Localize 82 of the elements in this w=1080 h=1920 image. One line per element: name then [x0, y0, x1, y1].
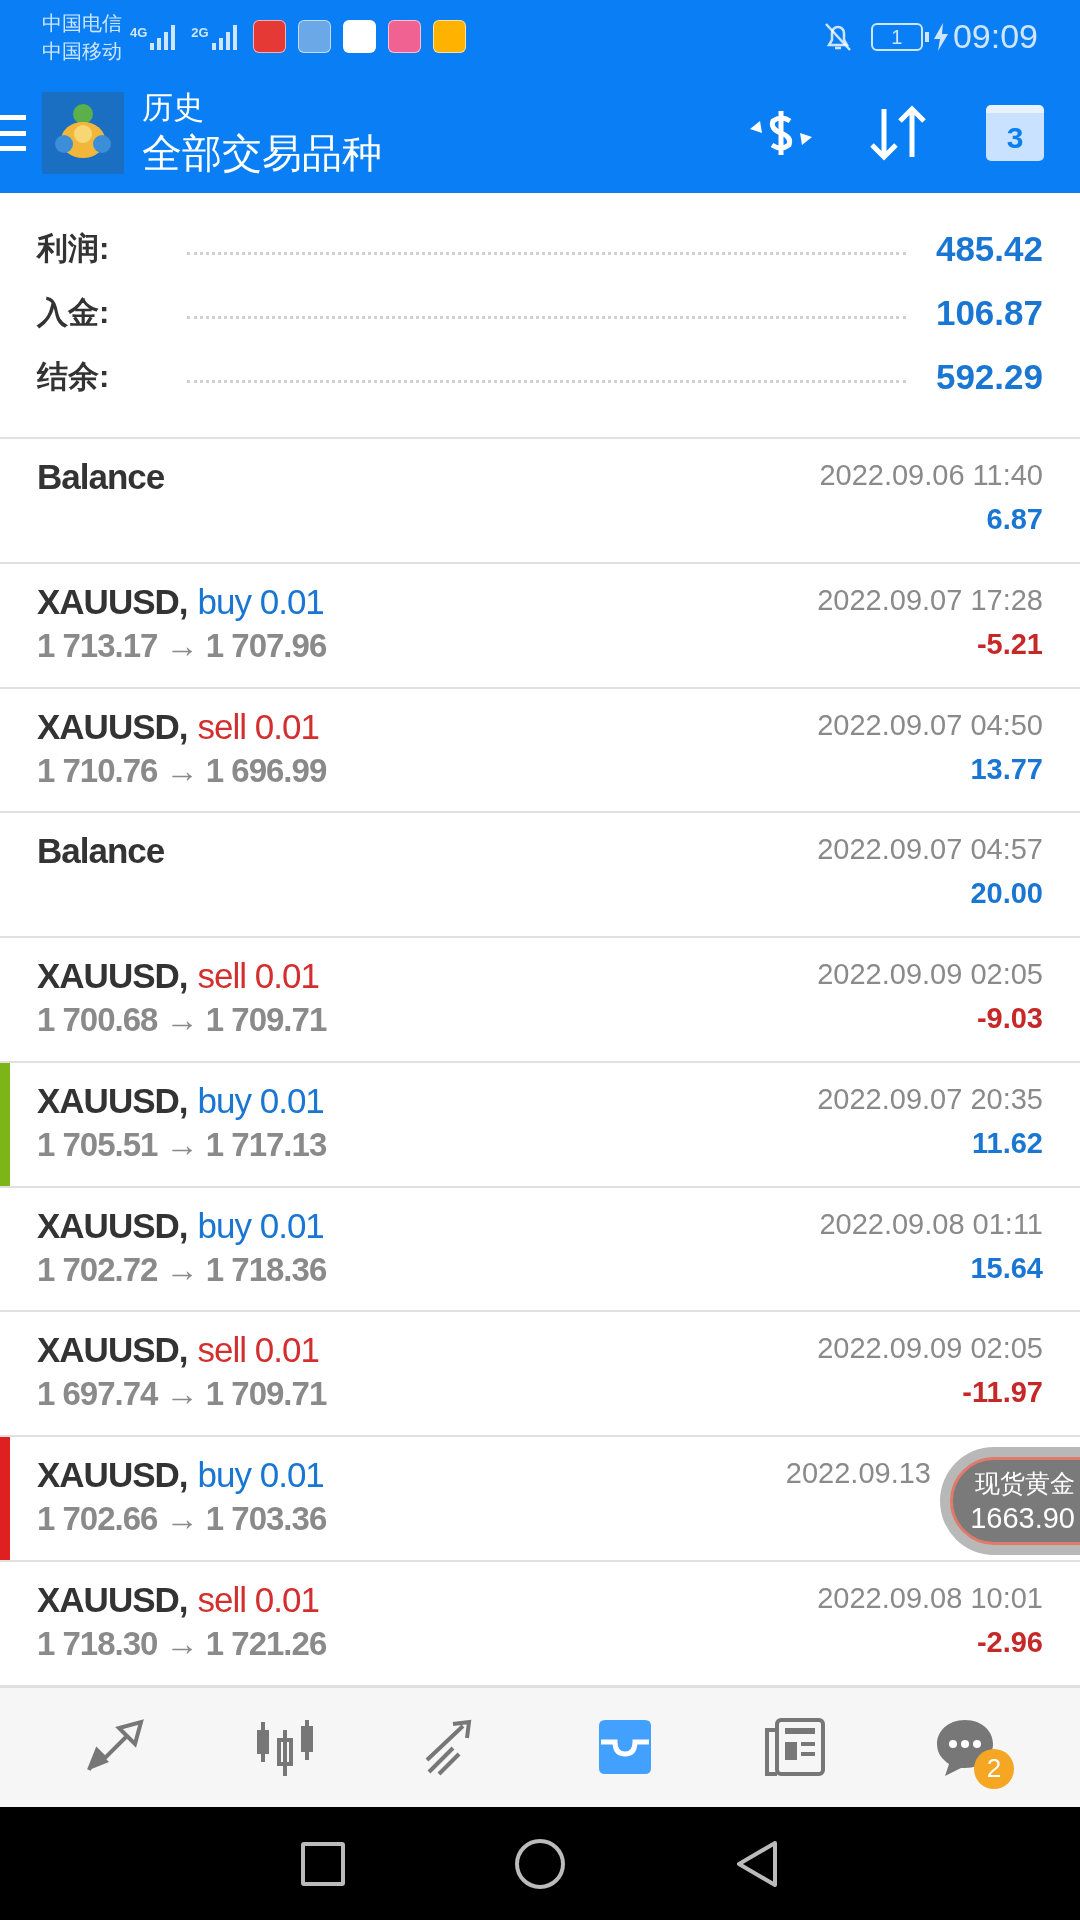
profit-value: 15.64 — [970, 1250, 1043, 1286]
symbol-name: Balance — [37, 456, 165, 498]
history-row[interactable]: XAUUSD, buy 0.01 1 702.66 → 1 703.36 2022.09.13 现货黄金 1663.90 — [0, 1437, 1080, 1562]
summary-value: 485.42 — [935, 227, 1043, 270]
profit-value: -9.03 — [976, 1001, 1043, 1036]
history-row[interactable]: XAUUSD, sell 0.01 1 710.76 → 1 696.99 2022.09.07 04:50 13.77 — [0, 688, 1080, 814]
trade-time: 2022.09.08 01:11 — [819, 1206, 1043, 1242]
symbol-name: XAUUSD, — [37, 1329, 188, 1372]
clock-time: 09:09 — [952, 16, 1038, 57]
screen-subtitle: 全部交易品种 — [142, 130, 382, 177]
symbol-name: XAUUSD, — [37, 705, 188, 748]
summary-value: 592.29 — [935, 355, 1043, 398]
battery-icon: 1 — [870, 22, 923, 51]
history-row[interactable]: XAUUSD, buy 0.01 1 702.72 → 1 718.36 2022.09.08 01:11 15.64 — [0, 1187, 1080, 1313]
history-row[interactable]: XAUUSD, buy 0.01 1 713.17 → 1 707.96 2022.09.07 17:28 -5.21 — [0, 563, 1080, 689]
symbol-name: XAUUSD, — [37, 1204, 188, 1247]
menu-icon[interactable] — [0, 115, 26, 151]
profit-value: -11.97 — [962, 1375, 1043, 1411]
trade-time: 2022.09.09 02:05 — [817, 1331, 1043, 1367]
order-type: sell 0.01 — [197, 1329, 319, 1372]
symbol-name: XAUUSD, — [37, 1079, 188, 1122]
order-type: sell 0.01 — [197, 1578, 319, 1621]
app-icon — [342, 20, 376, 53]
price-range: 1 718.30 → 1 721.26 — [37, 1623, 327, 1664]
summary-label: 入金: — [37, 293, 111, 332]
price-range: 1 700.68 → 1 709.71 — [37, 1000, 327, 1040]
order-type: buy 0.01 — [197, 1079, 324, 1122]
price-range: 1 705.51 → 1 717.13 — [37, 1124, 327, 1165]
profit-value: 6.87 — [986, 502, 1043, 537]
profit-value: 11.62 — [972, 1125, 1043, 1161]
order-type: sell 0.01 — [197, 955, 319, 997]
history-row[interactable]: Balance 2022.09.07 04:57 20.00 — [0, 813, 1080, 938]
widget-name: 现货黄金 — [975, 1468, 1075, 1499]
profit-value: -2.96 — [976, 1624, 1043, 1660]
back-button[interactable] — [735, 1838, 779, 1889]
trade-time: 2022.09.06 11:40 — [819, 458, 1043, 493]
history-row[interactable]: Balance 2022.09.06 11:40 6.87 — [0, 439, 1080, 564]
price-range: 1 702.66 → 1 703.36 — [37, 1499, 327, 1539]
trade-time: 2022.09.07 17:28 — [817, 582, 1043, 618]
network-type: 4G — [130, 23, 148, 42]
carrier-name: 中国移动 — [42, 38, 122, 64]
price-range: 1 702.72 → 1 718.36 — [37, 1249, 327, 1290]
history-row[interactable]: XAUUSD, sell 0.01 1 700.68 → 1 709.71 2022.09.09 02:05 -9.03 — [0, 938, 1080, 1063]
recent-apps-button[interactable] — [301, 1841, 345, 1886]
trade-time: 2022.09.07 20:35 — [817, 1081, 1043, 1117]
price-widget[interactable]: 现货黄金 1663.90 — [940, 1447, 1080, 1555]
network-type: 2G — [191, 23, 209, 42]
symbol-name: XAUUSD, — [37, 580, 188, 623]
trade-time: 2022.09.13 — [785, 1456, 931, 1491]
trade-time: 2022.09.07 04:50 — [817, 707, 1043, 743]
app-icon — [252, 20, 286, 53]
carrier-name: 中国电信 — [42, 10, 122, 36]
trade-time: 2022.09.07 04:57 — [817, 832, 1043, 868]
price-range: 1 697.74 → 1 709.71 — [37, 1374, 327, 1415]
home-button[interactable] — [515, 1838, 565, 1889]
price-range: 1 713.17 → 1 707.96 — [37, 625, 327, 666]
summary-value: 106.87 — [935, 291, 1043, 334]
summary-label: 结余: — [37, 357, 111, 396]
history-row[interactable]: XAUUSD, sell 0.01 1 697.74 → 1 709.71 2022.09.09 02:05 -11.97 — [0, 1312, 1080, 1437]
charging-icon — [932, 22, 949, 51]
symbol-name: XAUUSD, — [37, 1578, 188, 1621]
trade-time: 2022.09.09 02:05 — [817, 957, 1043, 992]
order-type: buy 0.01 — [197, 1454, 324, 1496]
order-type: buy 0.01 — [197, 580, 324, 623]
symbol-name: Balance — [37, 830, 165, 873]
app-icon — [387, 20, 421, 53]
widget-price: 1663.90 — [970, 1501, 1075, 1536]
symbol-name: XAUUSD, — [37, 1454, 188, 1496]
app-icon — [297, 20, 331, 53]
symbol-name: XAUUSD, — [37, 955, 188, 997]
profit-value: 20.00 — [970, 876, 1043, 912]
order-type: sell 0.01 — [197, 705, 319, 748]
history-row[interactable]: XAUUSD, buy 0.01 1 705.51 → 1 717.13 2022.09.07 20:35 11.62 — [0, 1062, 1080, 1188]
trade-time: 2022.09.08 10:01 — [817, 1580, 1043, 1616]
summary-label: 利润: — [37, 229, 111, 268]
order-type: buy 0.01 — [197, 1204, 324, 1247]
screen-title: 历史 — [142, 89, 205, 127]
profit-value: 13.77 — [970, 751, 1043, 787]
price-range: 1 710.76 → 1 696.99 — [37, 750, 327, 791]
profit-value: -5.21 — [976, 626, 1043, 662]
notification-badge: 2 — [974, 1748, 1014, 1789]
app-icon — [432, 20, 466, 53]
